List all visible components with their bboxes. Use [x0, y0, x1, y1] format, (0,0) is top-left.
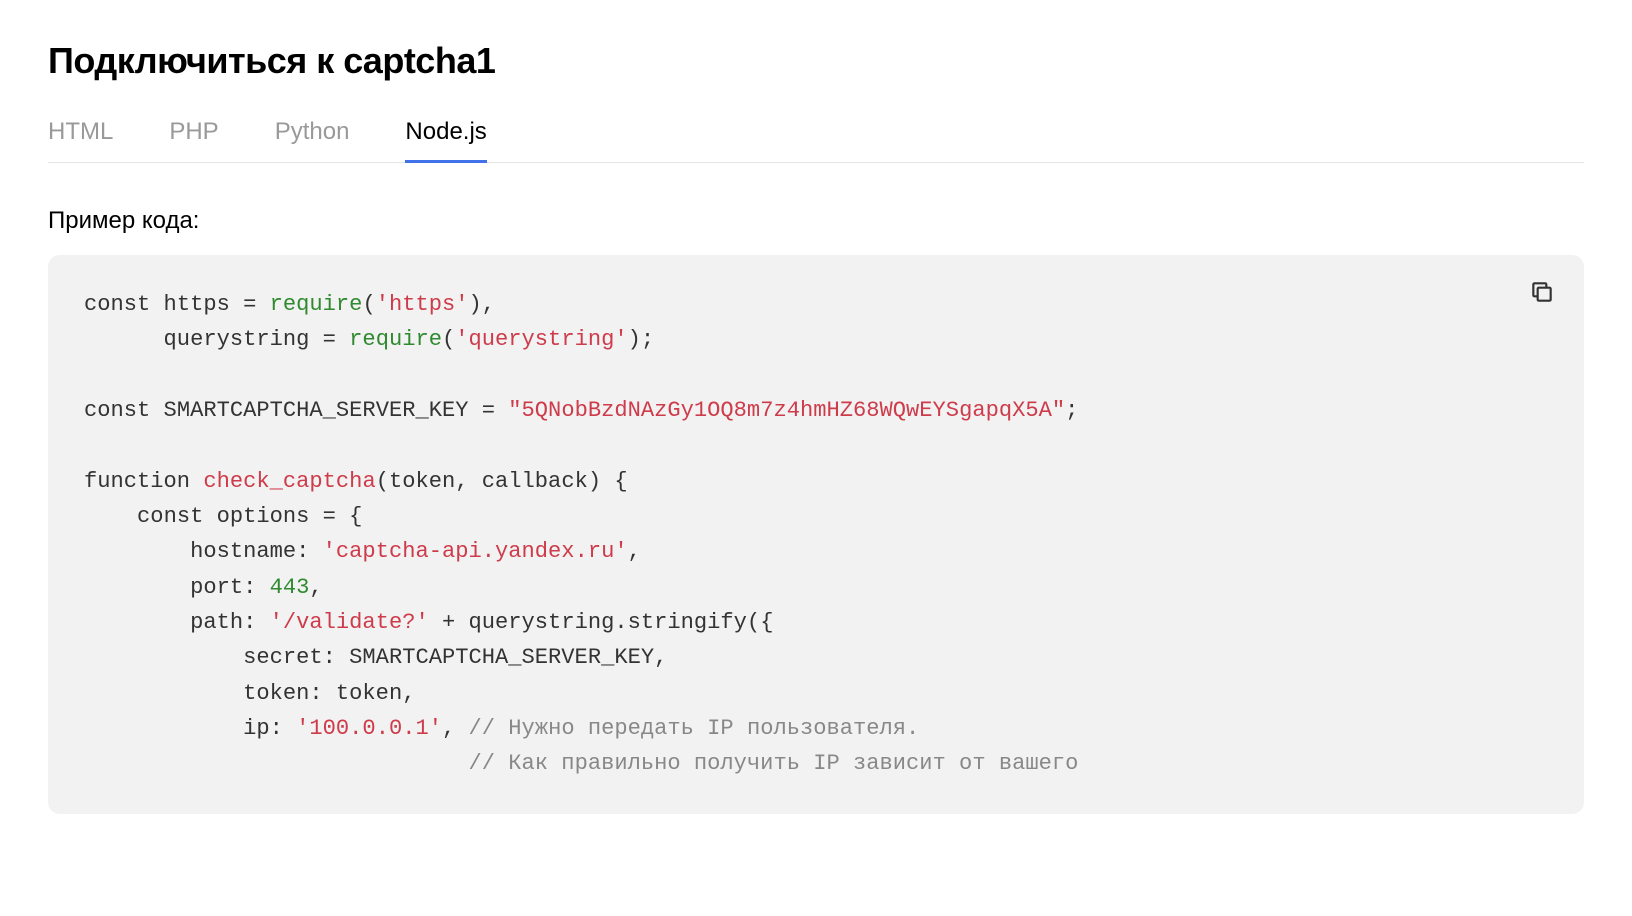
code-token: require: [270, 292, 363, 317]
code-token: https =: [150, 292, 269, 317]
code-content: const https = require('https'), querystr…: [84, 287, 1548, 782]
code-token: const: [137, 504, 203, 529]
code-token: ip:: [84, 716, 296, 741]
code-token: const: [84, 292, 150, 317]
code-token: );: [628, 327, 655, 352]
page-title: Подключиться к captcha1: [48, 40, 1584, 82]
code-token: ,: [309, 575, 322, 600]
code-token: '/validate?': [270, 610, 429, 635]
code-token: (token, callback) {: [376, 469, 628, 494]
tab-html[interactable]: HTML: [48, 118, 113, 162]
code-token: querystring =: [84, 327, 349, 352]
code-block: const https = require('https'), querystr…: [48, 255, 1584, 814]
code-token: token: token,: [84, 681, 415, 706]
code-token: SMARTCAPTCHA_SERVER_KEY =: [150, 398, 508, 423]
code-token: options = {: [203, 504, 362, 529]
code-token: [84, 751, 469, 776]
code-token: 'https': [376, 292, 469, 317]
code-token: [190, 469, 203, 494]
code-token: 'querystring': [455, 327, 627, 352]
copy-button[interactable]: [1524, 275, 1560, 311]
code-token: ),: [469, 292, 496, 317]
code-token: 443: [270, 575, 310, 600]
code-token: (: [362, 292, 375, 317]
tabs-container: HTML PHP Python Node.js: [48, 118, 1584, 163]
code-token: require: [349, 327, 442, 352]
tab-nodejs[interactable]: Node.js: [405, 118, 486, 162]
code-token: function: [84, 469, 190, 494]
code-token: (: [442, 327, 455, 352]
code-token: // Как правильно получить IP зависит от …: [469, 751, 1079, 776]
code-token: 'captcha-api.yandex.ru': [323, 539, 628, 564]
code-token: // Нужно передать IP пользователя.: [469, 716, 920, 741]
code-token: '100.0.0.1': [296, 716, 442, 741]
example-label: Пример кода:: [48, 207, 1584, 235]
code-token: + querystring.stringify({: [429, 610, 774, 635]
code-token: [84, 504, 137, 529]
code-token: port:: [84, 575, 270, 600]
code-token: path:: [84, 610, 270, 635]
code-token: const: [84, 398, 150, 423]
code-token: "5QNobBzdNAzGy1OQ8m7z4hmHZ68WQwEYSgapqX5…: [508, 398, 1065, 423]
code-token: ;: [1065, 398, 1078, 423]
code-token: ,: [628, 539, 641, 564]
code-token: ,: [442, 716, 469, 741]
code-token: check_captcha: [203, 469, 375, 494]
tab-python[interactable]: Python: [275, 118, 350, 162]
code-token: secret: SMARTCAPTCHA_SERVER_KEY,: [84, 645, 667, 670]
code-token: hostname:: [84, 539, 323, 564]
copy-icon: [1529, 279, 1555, 308]
tab-php[interactable]: PHP: [169, 118, 218, 162]
